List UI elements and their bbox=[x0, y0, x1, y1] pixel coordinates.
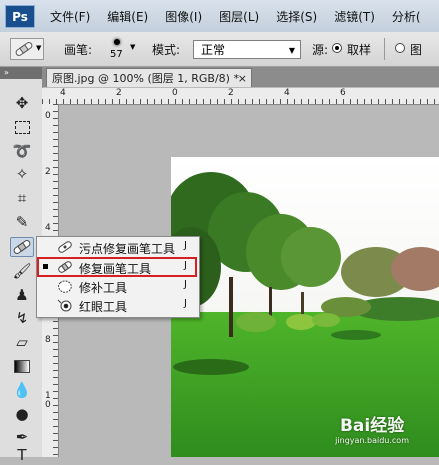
options-divider bbox=[384, 38, 385, 60]
shortcut-key: J bbox=[184, 298, 187, 309]
ruler-tick: 8 bbox=[45, 335, 51, 345]
menu-item-label: 修补工具 bbox=[79, 281, 128, 295]
ruler-tick: 0 bbox=[45, 111, 51, 121]
chevron-down-icon: ▼ bbox=[288, 46, 295, 55]
shortcut-key: J bbox=[184, 279, 187, 290]
healing-brush-item[interactable]: 修复画笔工具 J bbox=[37, 258, 197, 277]
sampled-radio[interactable] bbox=[332, 43, 342, 53]
document-tab-bar: 原图.jpg @ 100% (图层 1, RGB/8) * × bbox=[42, 67, 439, 87]
close-icon[interactable]: × bbox=[238, 69, 247, 88]
bandage-icon bbox=[58, 261, 72, 273]
brush-label: 画笔: bbox=[64, 43, 93, 57]
menu-edit[interactable]: 编辑(E) bbox=[107, 8, 148, 25]
menu-filter[interactable]: 滤镜(T) bbox=[334, 8, 375, 25]
baidu-watermark: Bai经验 jingyan.baidu.com bbox=[335, 411, 409, 445]
ruler-top: 4 2 0 2 4 6 bbox=[42, 88, 439, 105]
menu-select[interactable]: 选择(S) bbox=[276, 8, 317, 25]
bandage-icon bbox=[13, 240, 31, 254]
ruler-tick: 6 bbox=[340, 88, 346, 98]
red-eye-icon bbox=[57, 299, 72, 312]
shortcut-key: J bbox=[184, 240, 187, 251]
toolbox-collapse-icon[interactable]: » bbox=[0, 67, 42, 79]
type-tool-icon[interactable]: T bbox=[10, 445, 34, 465]
ruler-tick: 2 bbox=[228, 88, 234, 98]
healing-brush-tool-icon[interactable] bbox=[10, 237, 34, 257]
canvas-image[interactable]: Bai经验 jingyan.baidu.com bbox=[171, 157, 439, 457]
spot-healing-brush-icon bbox=[58, 241, 72, 253]
ruler-tick: 2 bbox=[116, 88, 122, 98]
bandage-icon bbox=[15, 42, 33, 56]
menu-item-label: 修复画笔工具 bbox=[79, 262, 152, 276]
menu-analysis[interactable]: 分析( bbox=[392, 8, 421, 25]
magic-wand-icon[interactable]: ✧ bbox=[10, 164, 34, 184]
eyedropper-icon[interactable]: ✎ bbox=[10, 212, 34, 232]
red-eye-tool-item[interactable]: 红眼工具 J bbox=[37, 296, 197, 315]
chevron-down-icon: ▼ bbox=[130, 43, 136, 51]
tool-preset-picker[interactable]: ▼ bbox=[10, 38, 44, 60]
brush-dot-icon bbox=[114, 39, 120, 45]
lasso-tool-icon[interactable]: ➰ bbox=[10, 141, 34, 161]
selected-marker-icon bbox=[43, 264, 48, 269]
menu-item-label: 红眼工具 bbox=[79, 300, 128, 314]
mode-select[interactable]: 正常 ▼ bbox=[193, 40, 301, 59]
blur-tool-icon[interactable]: 💧 bbox=[10, 380, 34, 400]
patch-tool-item[interactable]: 修补工具 J bbox=[37, 277, 197, 296]
menu-item-label: 污点修复画笔工具 bbox=[79, 242, 176, 256]
ruler-tick: 1 0 bbox=[45, 391, 51, 410]
menu-file[interactable]: 文件(F) bbox=[50, 8, 90, 25]
options-bar: ▼ 画笔: 57 ▼ 模式: 正常 ▼ 源: 取样 图 bbox=[0, 32, 439, 67]
dodge-tool-icon[interactable]: ● bbox=[10, 404, 34, 424]
menu-layer[interactable]: 图层(L) bbox=[219, 8, 259, 25]
move-tool-icon[interactable]: ✥ bbox=[10, 93, 34, 113]
ruler-tick: 4 bbox=[45, 223, 51, 233]
radio-dot-icon bbox=[335, 46, 339, 50]
mode-value: 正常 bbox=[201, 43, 226, 57]
shortcut-key: J bbox=[184, 260, 187, 271]
watermark-brand: Bai经验 bbox=[339, 416, 405, 436]
watermark-url: jingyan.baidu.com bbox=[335, 436, 409, 445]
ruler-tick: 4 bbox=[284, 88, 290, 98]
brush-picker[interactable]: 57 ▼ bbox=[104, 35, 136, 63]
mode-label: 模式: bbox=[152, 43, 181, 57]
menu-bar: Ps 文件(F) 编辑(E) 图像(I) 图层(L) 选择(S) 滤镜(T) 分… bbox=[0, 0, 439, 33]
clone-stamp-icon[interactable]: ♟ bbox=[10, 285, 34, 305]
ruler-tick: 0 bbox=[172, 88, 178, 98]
sampled-label: 取样 bbox=[347, 43, 372, 57]
brush-size: 57 bbox=[110, 49, 123, 60]
marquee-tool-icon[interactable] bbox=[10, 117, 34, 137]
menu-image[interactable]: 图像(I) bbox=[165, 8, 202, 25]
source-label: 源: bbox=[312, 43, 329, 57]
healing-tools-flyout: 污点修复画笔工具 J 修复画笔工具 J 修补工具 J 红眼工具 J bbox=[36, 236, 200, 318]
menu-items: 文件(F) 编辑(E) 图像(I) 图层(L) 选择(S) 滤镜(T) 分析( bbox=[50, 0, 421, 32]
ruler-tick: 4 bbox=[60, 88, 66, 98]
eraser-icon[interactable]: ▱ bbox=[10, 332, 34, 352]
chevron-down-icon: ▼ bbox=[36, 44, 42, 52]
gradient-tool-icon[interactable] bbox=[10, 356, 34, 376]
brush-tool-icon[interactable]: 🖌 bbox=[10, 261, 34, 281]
crop-tool-icon[interactable]: ⌗ bbox=[10, 188, 34, 208]
history-brush-icon[interactable]: ↯ bbox=[10, 308, 34, 328]
pattern-label: 图 bbox=[410, 43, 423, 57]
photoshop-logo: Ps bbox=[5, 5, 35, 28]
spot-healing-brush-item[interactable]: 污点修复画笔工具 J bbox=[37, 238, 197, 257]
ruler-tick: 2 bbox=[45, 167, 51, 177]
document-title: 原图.jpg @ 100% (图层 1, RGB/8) * bbox=[52, 72, 239, 85]
pen-tool-icon[interactable]: ✒ bbox=[10, 427, 34, 447]
patch-icon bbox=[58, 280, 72, 293]
document-tab[interactable]: 原图.jpg @ 100% (图层 1, RGB/8) * × bbox=[46, 68, 252, 87]
pattern-radio[interactable] bbox=[395, 43, 405, 53]
